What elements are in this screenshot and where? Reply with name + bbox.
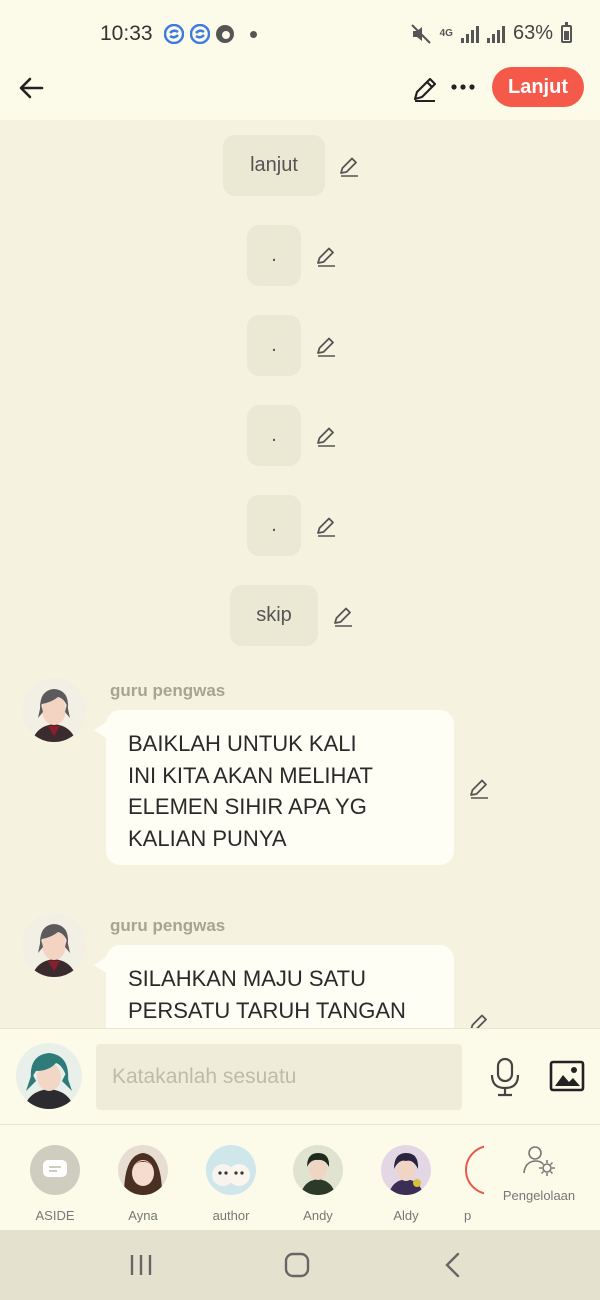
sender-name: guru pengwas	[110, 916, 226, 935]
recent-apps-icon[interactable]	[121, 1250, 161, 1280]
avatar	[465, 1145, 484, 1195]
message-line: BAIKLAH UNTUK KALI	[128, 731, 357, 756]
edit-pencil-icon[interactable]	[314, 243, 340, 269]
continue-button[interactable]: Lanjut	[492, 67, 584, 107]
home-icon[interactable]	[277, 1250, 317, 1280]
narration-bubble[interactable]: .	[247, 405, 301, 466]
narration-row: lanjut	[0, 135, 600, 197]
message-input-bar	[0, 1028, 600, 1124]
microphone-icon[interactable]	[487, 1057, 523, 1097]
message-row: guru pengwas BAIKLAH UNTUK KALI INI KITA…	[0, 678, 600, 878]
message-line: PERSATU TARUH TANGAN	[128, 997, 406, 1023]
notification-icons	[164, 24, 257, 44]
chat-area[interactable]: lanjut . . . . skip guru pengwas BAIKLAH…	[0, 120, 600, 1028]
edit-pencil-icon[interactable]	[314, 333, 340, 359]
character-avatar-image	[16, 1043, 82, 1109]
message-line: SILAHKAN MAJU SATU	[128, 966, 366, 991]
avatar	[118, 1145, 168, 1195]
signal-icon	[460, 25, 479, 43]
battery-percent: 63%	[512, 22, 553, 44]
chat-bubble-icon	[30, 1145, 80, 1195]
message-line: KALIAN PUNYA	[128, 825, 287, 851]
s-app-icon	[164, 24, 184, 44]
system-icons: 4G 63%	[410, 21, 572, 45]
top-app-bar: Lanjut	[0, 60, 600, 120]
current-character-avatar[interactable]	[16, 1043, 82, 1109]
character-andy[interactable]: Andy	[278, 1145, 358, 1223]
character-name: Ayna	[128, 1208, 158, 1223]
message-line: ELEMEN SIHIR APA YG	[128, 794, 367, 819]
mute-icon	[410, 23, 431, 44]
character-author[interactable]: author	[191, 1145, 271, 1223]
narration-row: .	[0, 315, 600, 377]
more-options-icon[interactable]	[448, 72, 478, 102]
narration-bubble[interactable]: .	[247, 225, 301, 286]
system-navigation-bar	[0, 1230, 600, 1300]
avatar	[293, 1145, 343, 1195]
manage-label: Pengelolaan	[502, 1188, 576, 1203]
narration-bubble[interactable]: .	[247, 495, 301, 556]
character-selector: ASIDE Ayna author Andy Aldy p Pengelolaa…	[0, 1124, 600, 1230]
back-nav-icon[interactable]	[433, 1250, 473, 1280]
narration-bubble[interactable]: lanjut	[223, 135, 325, 196]
character-name: author	[212, 1208, 250, 1223]
signal-icon	[486, 25, 505, 43]
edit-pencil-icon[interactable]	[314, 513, 340, 539]
narration-bubble[interactable]: .	[247, 315, 301, 376]
edit-pencil-icon[interactable]	[331, 603, 357, 629]
message-bubble[interactable]: SILAHKAN MAJU SATU PERSATU TARUH TANGAN	[106, 945, 454, 1028]
image-upload-icon[interactable]	[549, 1059, 585, 1093]
sender-name: guru pengwas	[110, 681, 226, 700]
message-line: INI KITA AKAN MELIHAT	[128, 762, 373, 788]
narration-row: skip	[0, 585, 600, 647]
status-bar: 10:33 4G 63%	[0, 0, 600, 66]
character-name: p	[464, 1208, 472, 1223]
edit-pencil-icon[interactable]	[314, 423, 340, 449]
status-time: 10:33	[100, 22, 153, 45]
character-aside[interactable]: ASIDE	[15, 1145, 95, 1223]
chrome-icon	[216, 25, 234, 43]
narration-row: .	[0, 495, 600, 557]
back-arrow-icon[interactable]	[14, 70, 50, 106]
chat-screen: 10:33 4G 63% Lanjut lanjut . . . . skip …	[0, 0, 600, 1300]
edit-pencil-icon[interactable]	[337, 153, 363, 179]
narration-row: .	[0, 405, 600, 467]
user-settings-icon	[523, 1146, 555, 1176]
character-name: Andy	[303, 1208, 333, 1223]
character-name: ASIDE	[35, 1208, 75, 1223]
manage-characters-button[interactable]: Pengelolaan	[494, 1143, 584, 1203]
network-type: 4G	[439, 28, 453, 39]
more-notifications-dot	[250, 30, 257, 38]
teacher-avatar-image	[22, 913, 86, 977]
edit-pencil-icon[interactable]	[467, 775, 493, 801]
avatar	[381, 1145, 431, 1195]
message-bubble[interactable]: BAIKLAH UNTUK KALI INI KITA AKAN MELIHAT…	[106, 710, 454, 865]
s-app-icon	[190, 24, 210, 44]
narration-row: .	[0, 225, 600, 287]
battery-icon	[561, 21, 572, 43]
edit-pencil-icon[interactable]	[408, 72, 442, 106]
edit-pencil-icon[interactable]	[467, 1010, 493, 1028]
teacher-avatar-image	[22, 678, 86, 742]
avatar[interactable]	[22, 678, 86, 742]
character-partial[interactable]: p	[430, 1145, 484, 1223]
character-ayna[interactable]: Ayna	[103, 1145, 183, 1223]
avatar[interactable]	[22, 913, 86, 977]
narration-bubble[interactable]: skip	[230, 585, 318, 646]
avatar	[206, 1145, 256, 1195]
message-input[interactable]	[96, 1044, 462, 1110]
message-row: guru pengwas SILAHKAN MAJU SATU PERSATU …	[0, 913, 600, 1028]
